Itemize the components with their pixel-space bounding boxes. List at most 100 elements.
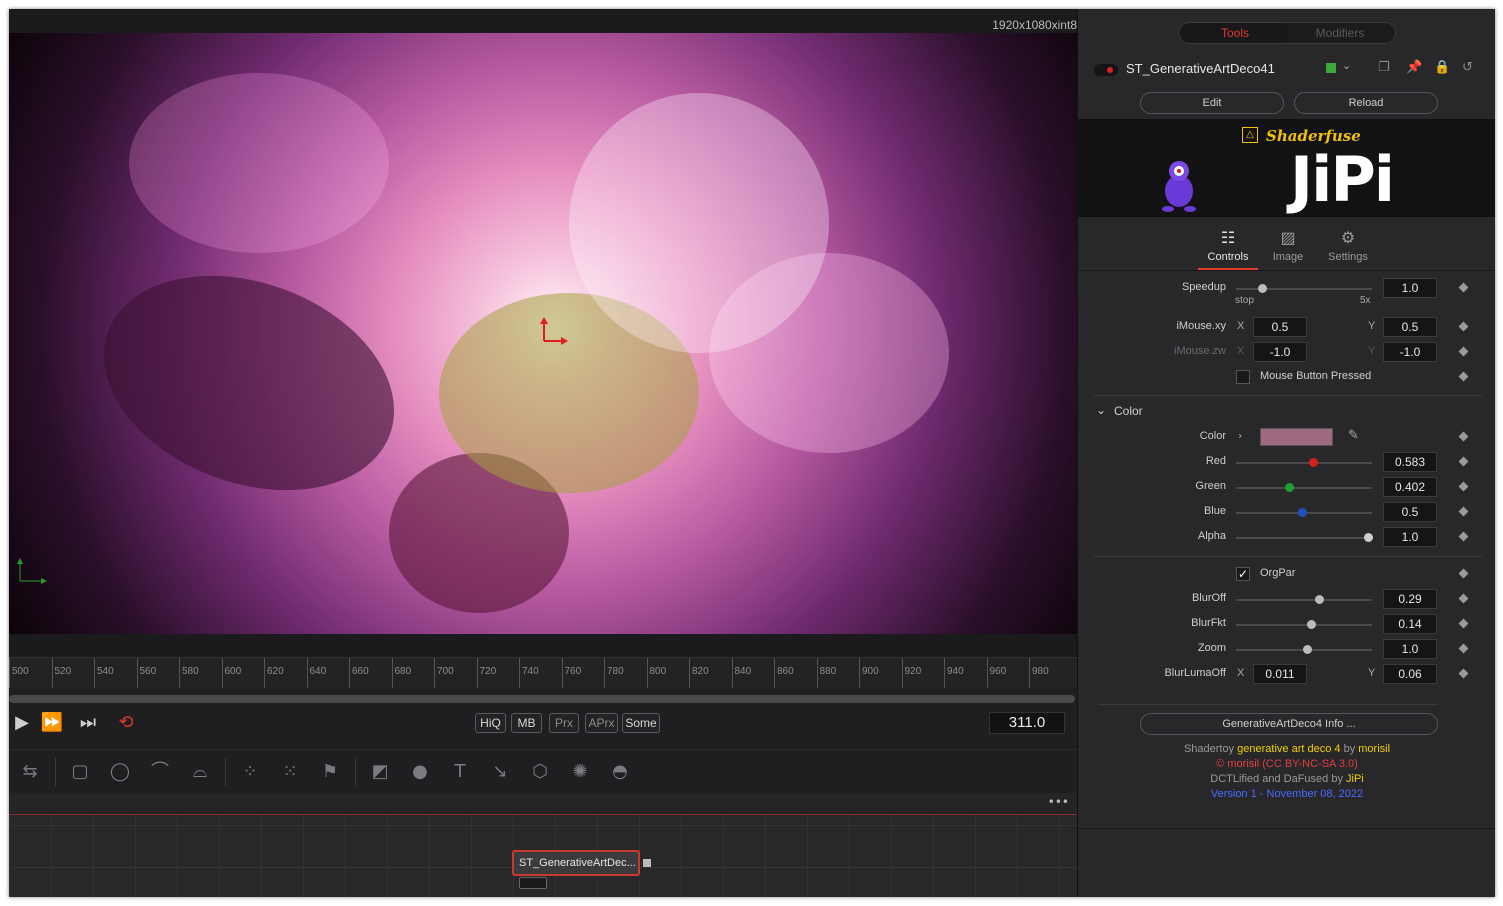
loop-icon[interactable]: ⟲ <box>113 711 139 735</box>
blue-value[interactable]: 0.5 <box>1383 502 1437 522</box>
go-to-end-icon[interactable]: ⏭ <box>75 711 101 735</box>
node-output-port[interactable] <box>643 859 651 867</box>
render-canvas[interactable] <box>9 33 1077 634</box>
blue-knob[interactable] <box>1298 508 1307 517</box>
jipi-link[interactable]: JiPi <box>1346 773 1364 785</box>
mb-button[interactable]: MB <box>511 713 542 733</box>
blurfkt-slider[interactable] <box>1236 624 1372 626</box>
window-icon[interactable]: ❐ <box>1378 60 1390 75</box>
license-link[interactable]: © morisil (CC BY-NC-SA 3.0) <box>1078 758 1495 770</box>
green-slider[interactable] <box>1236 487 1372 489</box>
particle-render-icon[interactable]: ⚑ <box>317 760 343 784</box>
keyframe-icon[interactable] <box>1458 668 1469 679</box>
ellipse-mask-icon[interactable]: ◯ <box>107 760 133 784</box>
rectangle-mask-icon[interactable]: ▢ <box>67 760 93 784</box>
bluroff-knob[interactable] <box>1315 595 1325 604</box>
transform-widget-icon[interactable] <box>534 315 574 355</box>
alpha-knob[interactable] <box>1364 533 1373 542</box>
green-knob[interactable] <box>1285 483 1295 492</box>
keyframe-icon[interactable] <box>1458 531 1469 542</box>
imouse-w-value[interactable]: -1.0 <box>1383 342 1437 362</box>
shape3d-icon[interactable]: ● <box>407 760 433 784</box>
keyframe-icon[interactable] <box>1458 593 1469 604</box>
info-button[interactable]: GenerativeArtDeco4 Info ... <box>1140 713 1438 735</box>
reload-button[interactable]: Reload <box>1294 92 1438 114</box>
hiq-button[interactable]: HiQ <box>475 713 506 733</box>
keyframe-icon[interactable] <box>1458 618 1469 629</box>
keyframe-icon[interactable] <box>1458 568 1469 579</box>
zoom-value[interactable]: 1.0 <box>1383 639 1437 659</box>
lock-icon[interactable]: 🔒 <box>1434 60 1450 75</box>
orgpar-checkbox[interactable]: ✓ <box>1236 567 1250 581</box>
pin-icon[interactable]: 📌 <box>1406 60 1422 75</box>
viewer[interactable]: 1920x1080xint8 <box>9 9 1077 657</box>
keyframe-icon[interactable] <box>1458 643 1469 654</box>
merge3d-icon[interactable]: ↘ <box>487 760 513 784</box>
imouse-y-value[interactable]: 0.5 <box>1383 317 1437 337</box>
color-section-header[interactable]: ⌄ Color <box>1078 401 1495 423</box>
imouse-z-value[interactable]: -1.0 <box>1253 342 1307 362</box>
bluroff-value[interactable]: 0.29 <box>1383 589 1437 609</box>
particle-system-icon[interactable]: ⁙ <box>277 760 303 784</box>
imouse-x-value[interactable]: 0.5 <box>1253 317 1307 337</box>
red-value[interactable]: 0.583 <box>1383 452 1437 472</box>
keyframe-icon[interactable] <box>1458 456 1469 467</box>
fast-forward-icon[interactable]: ⏩ <box>39 711 65 735</box>
keyframe-icon[interactable] <box>1458 506 1469 517</box>
tab-tools[interactable]: Tools <box>1181 23 1289 43</box>
node-enable-toggle[interactable] <box>1094 64 1118 76</box>
blurfkt-value[interactable]: 0.14 <box>1383 614 1437 634</box>
version-link[interactable]: Version 1 - November 08, 2022 <box>1078 788 1495 800</box>
alpha-value[interactable]: 1.0 <box>1383 527 1437 547</box>
current-frame-field[interactable]: 311.0 <box>989 712 1065 734</box>
tab-settings[interactable]: ⚙ Settings <box>1318 217 1378 263</box>
some-button[interactable]: Some <box>622 713 660 733</box>
speedup-slider[interactable] <box>1236 288 1372 290</box>
keyframe-icon[interactable] <box>1458 371 1469 382</box>
node-input-port[interactable] <box>519 877 547 889</box>
more-options-icon[interactable]: ••• <box>1048 795 1069 809</box>
green-value[interactable]: 0.402 <box>1383 477 1437 497</box>
keyframe-icon[interactable] <box>1458 431 1469 442</box>
timeline-ruler[interactable]: 500 520 540 560 580 600 620 640 660 680 700 720 740 7… <box>9 657 1077 688</box>
eyedropper-icon[interactable]: ✎ <box>1348 428 1359 443</box>
chevron-down-icon[interactable]: ⌄ <box>1342 59 1351 72</box>
tab-image[interactable]: ▨ Image <box>1258 217 1318 263</box>
polygon-mask-icon[interactable]: ⌒ <box>147 760 173 784</box>
speedup-knob[interactable] <box>1258 284 1268 293</box>
speedup-value[interactable]: 1.0 <box>1383 278 1437 298</box>
renderer3d-icon[interactable]: ◓ <box>607 760 633 784</box>
blurlumaoff-x-value[interactable]: 0.011 <box>1253 664 1307 684</box>
aprx-button[interactable]: APrx <box>585 713 618 733</box>
chevron-right-icon[interactable]: › <box>1238 429 1242 442</box>
loader-icon[interactable]: ⇆ <box>17 760 43 784</box>
keyframe-icon[interactable] <box>1458 481 1469 492</box>
particle-emitter-icon[interactable]: ⁘ <box>237 760 263 784</box>
prx-button[interactable]: Prx <box>549 713 579 733</box>
play-icon[interactable]: ▶ <box>9 711 35 735</box>
node-flow[interactable]: ST_GenerativeArtDec... <box>9 815 1077 897</box>
spotlight-icon[interactable]: ✺ <box>567 760 593 784</box>
author-link[interactable]: morisil <box>1358 743 1390 755</box>
bluroff-slider[interactable] <box>1236 599 1372 601</box>
keyframe-icon[interactable] <box>1458 346 1469 357</box>
zoom-knob[interactable] <box>1303 645 1313 654</box>
text3d-icon[interactable]: T <box>447 760 473 784</box>
node-color-swatch[interactable] <box>1326 63 1336 73</box>
tab-controls[interactable]: ☷ Controls <box>1198 217 1258 270</box>
edit-button[interactable]: Edit <box>1140 92 1284 114</box>
blurlumaoff-y-value[interactable]: 0.06 <box>1383 664 1437 684</box>
bspline-mask-icon[interactable]: ⌓ <box>187 760 213 784</box>
camera3d-icon[interactable]: ⬡ <box>527 760 553 784</box>
red-knob[interactable] <box>1308 458 1318 467</box>
reset-icon[interactable]: ↺ <box>1462 60 1473 75</box>
shadertoy-link[interactable]: generative art deco 4 <box>1237 743 1340 755</box>
keyframe-icon[interactable] <box>1458 282 1469 293</box>
shader-node[interactable]: ST_GenerativeArtDec... <box>512 850 640 876</box>
blurfkt-knob[interactable] <box>1307 620 1317 629</box>
red-slider[interactable] <box>1236 462 1372 464</box>
mouse-pressed-checkbox[interactable] <box>1236 370 1250 384</box>
tab-modifiers[interactable]: Modifiers <box>1286 23 1394 43</box>
image-plane-icon[interactable]: ◩ <box>367 760 393 784</box>
keyframe-icon[interactable] <box>1458 321 1469 332</box>
